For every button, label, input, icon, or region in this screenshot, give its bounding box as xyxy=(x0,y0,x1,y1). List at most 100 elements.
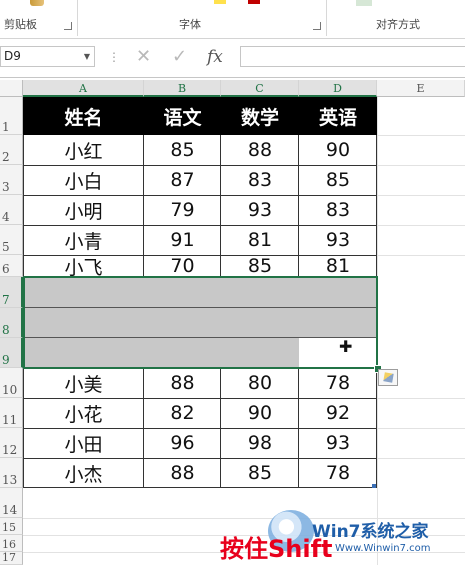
table-border xyxy=(220,368,221,488)
gridline xyxy=(377,165,465,166)
gridline xyxy=(377,458,465,459)
cell-score[interactable]: 70 xyxy=(144,255,221,277)
column-header-d[interactable]: D xyxy=(299,80,377,97)
cell-score[interactable]: 83 xyxy=(299,195,377,225)
formula-input[interactable] xyxy=(240,46,465,67)
quick-analysis-icon[interactable] xyxy=(378,369,398,386)
row-header-4[interactable]: 4 xyxy=(0,195,23,225)
row-header-5[interactable]: 5 xyxy=(0,225,23,255)
cell-score[interactable]: 78 xyxy=(299,368,377,398)
table-border xyxy=(23,487,377,488)
row-header-9[interactable]: 9 xyxy=(0,338,23,368)
watermark-url: Www.Winwin7.com xyxy=(335,543,431,554)
cell-name[interactable]: 小美 xyxy=(23,368,144,398)
cell-score[interactable]: 85 xyxy=(299,165,377,195)
cell-score[interactable]: 93 xyxy=(221,195,299,225)
header-cell-english[interactable]: 英语 xyxy=(299,97,377,135)
select-all-corner[interactable] xyxy=(0,80,23,97)
row-header-1[interactable]: 1 xyxy=(0,97,23,135)
row-header-13[interactable]: 13 xyxy=(0,458,23,488)
column-header-a[interactable]: A xyxy=(23,80,144,97)
table-border xyxy=(23,195,377,196)
cell-score[interactable]: 90 xyxy=(299,135,377,165)
row-header-14[interactable]: 14 xyxy=(0,488,23,518)
clipboard-launcher-icon[interactable] xyxy=(64,22,72,30)
cell-score[interactable]: 88 xyxy=(144,458,221,488)
cell-name[interactable]: 小杰 xyxy=(23,458,144,488)
paintbrush-icon[interactable] xyxy=(30,0,44,6)
cell-name[interactable]: 小田 xyxy=(23,428,144,458)
worksheet-grid[interactable]: A B C D E 1 2 3 4 5 6 7 8 9 10 11 12 13 … xyxy=(0,80,465,565)
row-header-12[interactable]: 12 xyxy=(0,428,23,458)
cell-name[interactable]: 小红 xyxy=(23,135,144,165)
row-header-15[interactable]: 15 xyxy=(0,518,23,535)
row-header-6[interactable]: 6 xyxy=(0,255,23,277)
cell-score[interactable]: 83 xyxy=(221,165,299,195)
font-color-icon[interactable] xyxy=(248,0,260,4)
insert-function-button[interactable]: fx xyxy=(207,46,223,68)
name-box[interactable]: D9 ▼ xyxy=(0,46,95,67)
header-cell-name[interactable]: 姓名 xyxy=(23,97,144,135)
cell-score[interactable]: 88 xyxy=(221,135,299,165)
table-border xyxy=(143,135,144,277)
cell-score[interactable]: 91 xyxy=(144,225,221,255)
cell-score[interactable]: 80 xyxy=(221,368,299,398)
cell-score[interactable]: 81 xyxy=(299,255,377,277)
cell-name[interactable]: 小白 xyxy=(23,165,144,195)
cell-score[interactable]: 85 xyxy=(221,255,299,277)
cancel-x-icon[interactable]: ✕ xyxy=(136,46,151,68)
checkmark-icon[interactable]: ✓ xyxy=(172,46,187,68)
ribbon-separator xyxy=(77,0,78,36)
header-cell-chinese[interactable]: 语文 xyxy=(144,97,221,135)
highlight-color-icon[interactable] xyxy=(214,0,226,4)
cell-score[interactable]: 88 xyxy=(144,368,221,398)
cell-score[interactable]: 82 xyxy=(144,398,221,428)
align-format-icon[interactable] xyxy=(356,0,372,6)
column-header-e[interactable]: E xyxy=(377,80,465,97)
shift-instruction-caption: 按住Shift xyxy=(220,535,333,563)
cell-name[interactable]: 小飞 xyxy=(23,255,144,279)
table-border xyxy=(23,165,377,166)
cell-score[interactable]: 93 xyxy=(299,225,377,255)
formula-bar: D9 ▼ ⋮ ✕ ✓ fx xyxy=(0,39,465,78)
row-header-10[interactable]: 10 xyxy=(0,368,23,398)
font-launcher-icon[interactable] xyxy=(313,22,321,30)
more-options-icon[interactable]: ⋮ xyxy=(108,46,120,68)
gridline xyxy=(377,225,465,226)
cell-score[interactable]: 93 xyxy=(299,428,377,458)
cell-score[interactable]: 81 xyxy=(221,225,299,255)
row-header-16[interactable]: 16 xyxy=(0,535,23,552)
cell-score[interactable]: 90 xyxy=(221,398,299,428)
column-header-c[interactable]: C xyxy=(221,80,299,97)
row-header-11[interactable]: 11 xyxy=(0,398,23,428)
table-border xyxy=(23,255,377,256)
cell-score[interactable]: 92 xyxy=(299,398,377,428)
cell-name[interactable]: 小明 xyxy=(23,195,144,225)
header-cell-math[interactable]: 数学 xyxy=(221,97,299,135)
row-header-2[interactable]: 2 xyxy=(0,135,23,165)
row-header-8[interactable]: 8 xyxy=(0,308,23,338)
cell-name[interactable]: 小花 xyxy=(23,398,144,428)
table-resize-handle[interactable] xyxy=(372,484,376,488)
cell-name[interactable]: 小青 xyxy=(23,225,144,255)
gridline xyxy=(377,398,465,399)
row-header-7[interactable]: 7 xyxy=(0,277,23,308)
ribbon-separator xyxy=(326,0,327,36)
table-border xyxy=(23,428,377,429)
cell-score[interactable]: 85 xyxy=(221,458,299,488)
cell-score[interactable]: 87 xyxy=(144,165,221,195)
clipboard-group-label: 剪贴板 xyxy=(4,18,37,31)
row-header-3[interactable]: 3 xyxy=(0,165,23,195)
chevron-down-icon[interactable]: ▼ xyxy=(84,47,90,66)
cell-score[interactable]: 85 xyxy=(144,135,221,165)
gridline xyxy=(377,135,465,136)
cell-score[interactable]: 96 xyxy=(144,428,221,458)
crosshair-cursor-icon: ✚ xyxy=(339,337,353,356)
cell-score[interactable]: 98 xyxy=(221,428,299,458)
ribbon: 剪贴板 字体 对齐方式 xyxy=(0,0,465,39)
gridline xyxy=(377,428,465,429)
cell-score[interactable]: 79 xyxy=(144,195,221,225)
row-header-17[interactable]: 17 xyxy=(0,551,23,565)
column-header-b[interactable]: B xyxy=(144,80,221,97)
cell-score[interactable]: 78 xyxy=(299,458,377,488)
